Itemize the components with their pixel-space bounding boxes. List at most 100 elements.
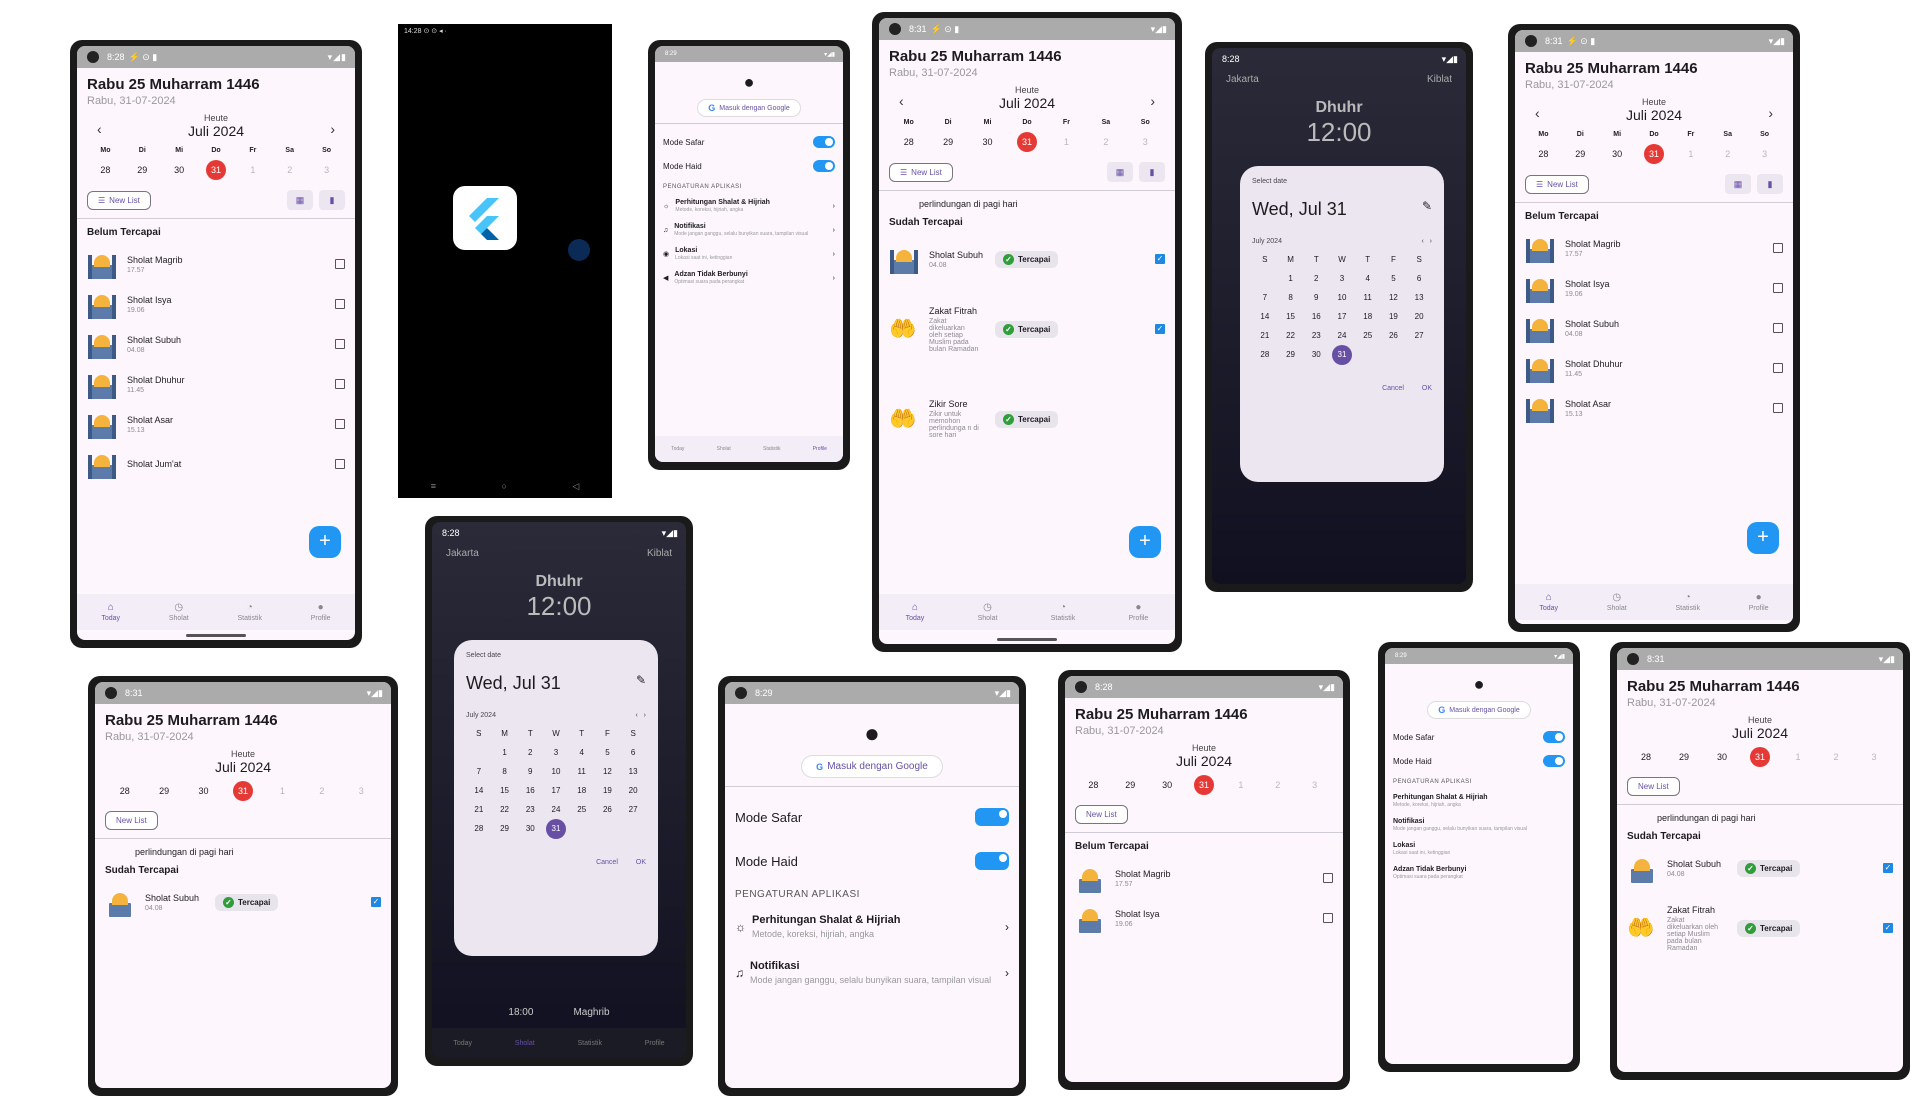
calendar-day[interactable]: 17	[1338, 312, 1347, 321]
calendar-day[interactable]: 8	[502, 767, 506, 776]
safar-toggle[interactable]	[813, 136, 835, 148]
date-cell[interactable]: 1	[1064, 137, 1069, 147]
home-icon[interactable]: ○	[501, 481, 506, 492]
setting-row[interactable]: Notifikasi Mode jangan ganggu, selalu bun…	[1393, 813, 1565, 837]
nav-profile[interactable]: Profile	[645, 1040, 665, 1047]
list-item[interactable]: Sholat Magrib 17.57	[87, 244, 345, 284]
date-cell[interactable]: 30	[1162, 780, 1172, 790]
checkbox[interactable]	[335, 339, 345, 349]
list-item[interactable]: 🤲 Zakat Fitrah Zakat dikeluarkan oleh seti…	[1627, 888, 1893, 968]
add-fab-button[interactable]: +	[1747, 522, 1779, 554]
checkbox[interactable]: ✓	[1155, 324, 1165, 334]
calendar-day[interactable]: 4	[579, 748, 583, 757]
checkbox[interactable]	[1323, 873, 1333, 883]
calendar-day[interactable]: 22	[1286, 331, 1295, 340]
calendar-day[interactable]: 22	[500, 805, 509, 814]
calendar-day[interactable]: 11	[1364, 293, 1372, 302]
calendar-day[interactable]: 8	[1288, 293, 1292, 302]
list-item[interactable]: Sholat Subuh 04.08	[1525, 308, 1783, 348]
prev-month-icon[interactable]: ‹	[97, 121, 102, 137]
checkbox[interactable]: ✓	[1883, 863, 1893, 873]
date-cell[interactable]: 30	[174, 165, 184, 175]
nav-statistik[interactable]: ◔ Statistik	[1051, 602, 1076, 622]
calendar-day[interactable]: 21	[1260, 331, 1269, 340]
nav-sholat[interactable]: Sholat	[515, 1040, 535, 1047]
calendar-day[interactable]: 27	[629, 805, 638, 814]
setting-row[interactable]: ◀ Adzan Tidak Berbunyi Optimasi suara pada…	[663, 266, 835, 290]
nav-profile[interactable]: ● Profile	[1749, 592, 1769, 612]
safar-toggle[interactable]	[1543, 731, 1565, 743]
nav-today[interactable]: Today	[671, 446, 684, 452]
calendar-day[interactable]: 10	[1338, 293, 1347, 302]
heute-label[interactable]: Heute	[1525, 97, 1783, 107]
calendar-day[interactable]: 23	[526, 805, 535, 814]
month-arrows[interactable]: ‹ ›	[1422, 238, 1433, 245]
calendar-day[interactable]: 1	[1288, 274, 1292, 283]
nav-profile[interactable]: Profile	[813, 446, 827, 452]
calendar-day[interactable]: 17	[552, 786, 561, 795]
calendar-day[interactable]: 14	[474, 786, 483, 795]
edit-icon[interactable]: ✎	[1422, 199, 1432, 220]
city-label[interactable]: Jakarta	[446, 548, 479, 559]
next-month-icon[interactable]: ›	[330, 121, 335, 137]
date-cell-today[interactable]: 31	[1750, 747, 1770, 767]
date-cell[interactable]: 28	[1538, 149, 1548, 159]
date-cell[interactable]: 2	[1275, 780, 1280, 790]
nav-today[interactable]: ⌂ Today	[906, 602, 925, 622]
date-cell[interactable]: 3	[1312, 780, 1317, 790]
calendar-day[interactable]: 15	[500, 786, 509, 795]
list-item[interactable]: Sholat Subuh 04.08	[87, 324, 345, 364]
add-fab-button[interactable]: +	[309, 526, 341, 558]
checkbox[interactable]	[1773, 403, 1783, 413]
setting-row[interactable]: ♫ Notifikasi Mode jangan ganggu, selalu bu…	[735, 950, 1009, 996]
list-item[interactable]: Sholat Jum'at	[87, 444, 345, 484]
nav-sholat[interactable]: ◷ Sholat	[169, 602, 189, 622]
date-cell[interactable]: 28	[120, 786, 130, 796]
new-list-button[interactable]: ☰ New List	[1525, 174, 1589, 194]
cancel-button[interactable]: Cancel	[596, 859, 618, 866]
edit-icon[interactable]: ✎	[636, 673, 646, 694]
nav-today[interactable]: Today	[453, 1040, 472, 1047]
date-cell[interactable]: 29	[159, 786, 169, 796]
setting-row[interactable]: ♫ Notifikasi Mode jangan ganggu, selalu bu…	[663, 218, 835, 242]
nav-today[interactable]: ⌂ Today	[1539, 592, 1558, 612]
date-cell[interactable]: 29	[1575, 149, 1585, 159]
setting-row[interactable]: Lokasi Lokasi saat ini, ketinggian	[1393, 837, 1565, 861]
list-item[interactable]: Sholat Isya 19.06	[87, 284, 345, 324]
google-signin-button[interactable]: G Masuk dengan Google	[697, 99, 801, 117]
date-cell-today[interactable]: 31	[205, 160, 226, 180]
calendar-day[interactable]: 3	[554, 748, 558, 757]
calendar-day[interactable]: 1	[502, 748, 506, 757]
calendar-day[interactable]: 9	[1314, 293, 1318, 302]
checkbox[interactable]: ✓	[1155, 254, 1165, 264]
checkbox[interactable]	[1773, 323, 1783, 333]
calendar-day-selected[interactable]: 31	[545, 819, 566, 839]
stats-button[interactable]: ▮	[1757, 174, 1783, 194]
date-cell-today[interactable]: 31	[1193, 775, 1214, 795]
date-cell[interactable]: 29	[137, 165, 147, 175]
date-cell[interactable]: 29	[1125, 780, 1135, 790]
heute-label[interactable]: Heute	[87, 113, 345, 123]
menu-icon[interactable]: ≡	[431, 481, 436, 492]
prev-month-icon[interactable]: ‹	[899, 93, 904, 109]
calendar-day[interactable]: 25	[1363, 331, 1372, 340]
date-cell[interactable]: 1	[1688, 149, 1693, 159]
calendar-day[interactable]: 6	[1417, 274, 1421, 283]
new-list-button[interactable]: ☰ New List	[889, 162, 953, 182]
setting-row[interactable]: ☼ Perhitungan Shalat & Hijriah Metode, kor…	[663, 194, 835, 218]
nav-statistik[interactable]: ◔ Statistik	[237, 602, 262, 622]
date-cell[interactable]: 30	[1717, 752, 1727, 762]
ok-button[interactable]: OK	[636, 859, 646, 866]
calendar-day[interactable]: 2	[528, 748, 532, 757]
calendar-day[interactable]: 18	[1363, 312, 1372, 321]
heute-label[interactable]: Heute	[889, 85, 1165, 95]
date-cell[interactable]: 28	[1641, 752, 1651, 762]
ok-button[interactable]: OK	[1422, 385, 1432, 392]
date-cell[interactable]: 3	[1143, 137, 1148, 147]
calendar-day[interactable]: 12	[1389, 293, 1398, 302]
date-cell[interactable]: 1	[1238, 780, 1243, 790]
checkbox[interactable]	[335, 299, 345, 309]
calendar-day[interactable]: 6	[631, 748, 635, 757]
checkbox[interactable]	[1773, 363, 1783, 373]
haid-toggle[interactable]	[975, 852, 1009, 870]
